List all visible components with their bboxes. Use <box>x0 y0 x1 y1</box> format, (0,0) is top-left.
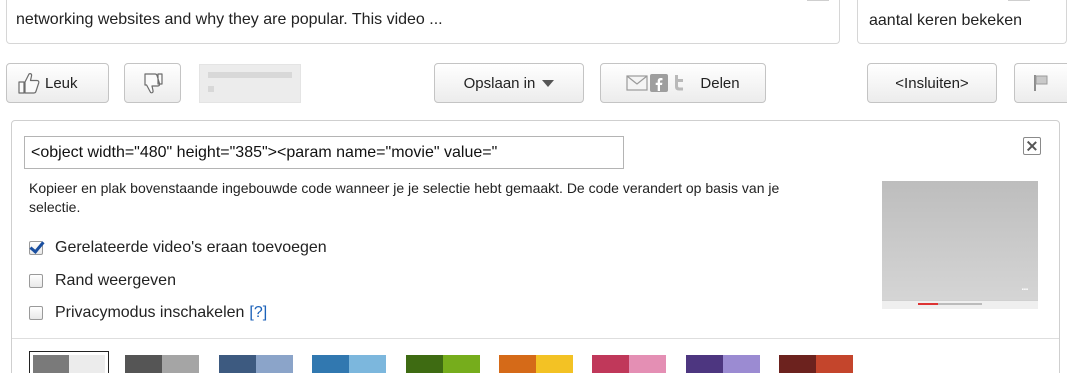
view-count-box: aantal keren bekeken <box>857 0 1067 44</box>
preview-logo: ▪▪▪ <box>1021 287 1028 293</box>
like-button[interactable]: Leuk <box>6 63 109 103</box>
swatch-primary-color <box>312 355 349 373</box>
close-icon[interactable] <box>1023 137 1041 155</box>
color-swatch[interactable] <box>406 355 480 373</box>
swatch-secondary-color <box>536 355 573 373</box>
twitter-icon <box>675 75 684 91</box>
rating-bar <box>199 64 301 103</box>
swatch-primary-color <box>686 355 723 373</box>
option-label: Privacymodus inschakelen <box>55 304 245 321</box>
checkbox-related-videos[interactable] <box>29 241 43 255</box>
swatch-secondary-color <box>443 355 480 373</box>
color-swatch[interactable] <box>686 355 760 373</box>
preview-controls <box>882 300 1038 309</box>
rating-bar-background <box>199 64 301 103</box>
swatch-secondary-color <box>816 355 853 373</box>
swatch-secondary-color <box>162 355 199 373</box>
option-label: Gerelateerde video's eraan toevoegen <box>55 239 327 256</box>
option-related-videos[interactable]: Gerelateerde video's eraan toevoegen <box>29 239 327 257</box>
player-preview: ▪▪▪ <box>882 181 1038 309</box>
color-swatch[interactable] <box>499 355 573 373</box>
color-swatch[interactable] <box>29 351 109 373</box>
embed-label: <Insluiten> <box>895 74 969 92</box>
rating-bar-line <box>208 72 292 78</box>
color-swatch[interactable] <box>312 355 386 373</box>
swatch-primary-color <box>499 355 536 373</box>
swatch-primary-color <box>125 355 162 373</box>
checkbox-privacy-mode[interactable] <box>29 306 43 320</box>
save-to-label: Opslaan in <box>463 74 536 92</box>
flag-icon <box>1034 75 1048 91</box>
share-label: Delen <box>700 74 740 92</box>
rating-bar-dot <box>208 86 214 92</box>
option-privacy-mode[interactable]: Privacymodus inschakelen [?] <box>29 304 267 322</box>
view-count-handle <box>1008 0 1030 1</box>
embed-code-field[interactable]: <object width="480" height="385"><param … <box>24 136 624 169</box>
swatch-secondary-color <box>349 355 386 373</box>
color-swatch[interactable] <box>592 355 666 373</box>
thumbs-down-icon <box>143 73 163 94</box>
preview-progress-fill <box>918 303 938 305</box>
save-to-button[interactable]: Opslaan in <box>434 63 584 103</box>
email-icon <box>626 75 648 91</box>
view-count-label: aantal keren bekeken <box>869 12 1022 29</box>
swatch-primary-color <box>33 355 69 373</box>
embed-instructions: Kopieer en plak bovenstaande ingebouwde … <box>29 180 780 215</box>
like-label: Leuk <box>45 74 78 92</box>
thumbs-up-icon <box>18 73 40 94</box>
swatch-secondary-color <box>256 355 293 373</box>
swatch-primary-color <box>406 355 443 373</box>
share-button[interactable]: Delen <box>600 63 766 103</box>
swatch-secondary-color <box>723 355 760 373</box>
color-swatch[interactable] <box>125 355 199 373</box>
swatch-primary-color <box>779 355 816 373</box>
divider <box>12 338 1059 339</box>
swatch-secondary-color <box>69 355 105 373</box>
share-icons <box>626 74 686 92</box>
dislike-button[interactable] <box>124 63 181 103</box>
embed-panel: <object width="480" height="385"><param … <box>11 120 1060 373</box>
option-label: Rand weergeven <box>55 272 176 289</box>
flag-button[interactable] <box>1014 63 1067 103</box>
color-swatch[interactable] <box>779 355 853 373</box>
expand-handle[interactable] <box>807 0 829 1</box>
option-show-border[interactable]: Rand weergeven <box>29 272 176 290</box>
dropdown-caret-icon <box>542 79 555 87</box>
facebook-icon <box>650 74 669 92</box>
color-swatch[interactable] <box>219 355 293 373</box>
embed-button[interactable]: <Insluiten> <box>867 63 997 103</box>
swatch-primary-color <box>592 355 629 373</box>
description-box: networking websites and why they are pop… <box>6 0 840 44</box>
checkbox-show-border[interactable] <box>29 274 43 288</box>
video-actions-area: networking websites and why they are pop… <box>0 0 1067 373</box>
description-text: networking websites and why they are pop… <box>16 11 443 28</box>
swatch-secondary-color <box>629 355 666 373</box>
swatch-primary-color <box>219 355 256 373</box>
privacy-help-link[interactable]: [?] <box>249 304 267 322</box>
